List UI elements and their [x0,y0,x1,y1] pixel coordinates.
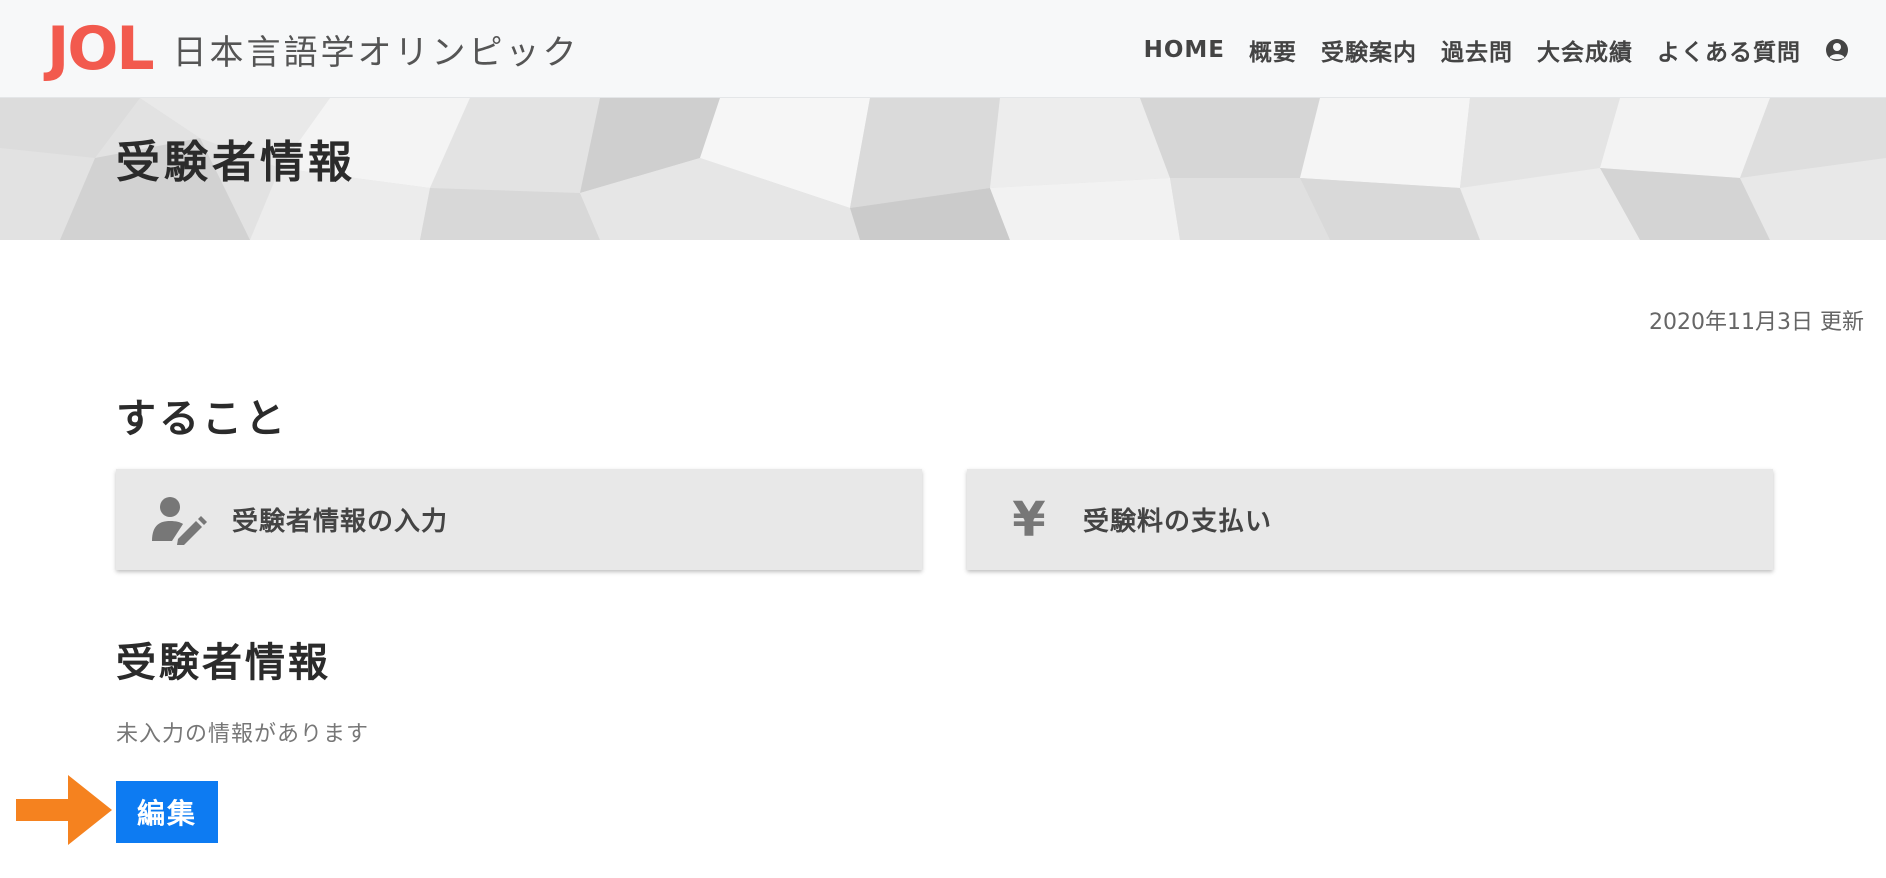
yen-glyph: ¥ [1012,491,1046,548]
examinee-info-heading: 受験者情報 [116,640,331,686]
nav-overview[interactable]: 概要 [1237,33,1309,67]
user-circle-icon[interactable] [1823,36,1851,64]
edit-button[interactable]: 編集 [116,781,218,843]
card-label-pay-fee: 受験料の支払い [1083,507,1273,537]
enter-examinee-info-card[interactable]: 受験者情報の入力 [116,469,922,570]
card-label-enter-info: 受験者情報の入力 [232,507,449,537]
nav-past-problems[interactable]: 過去問 [1429,33,1525,67]
pay-exam-fee-card[interactable]: ¥ 受験料の支払い [967,469,1773,570]
incomplete-info-notice: 未入力の情報があります [116,722,370,747]
nav-home[interactable]: HOME [1132,37,1237,63]
logo-mark: JOL [47,14,155,84]
nav-exam-guide[interactable]: 受験案内 [1309,33,1429,67]
page-banner: 受験者情報 [0,98,1886,240]
main-nav: HOME 概要 受験案内 過去問 大会成績 よくある質問 [1132,28,1886,72]
top-navbar: JOL 日本言語学オリンピック HOME 概要 受験案内 過去問 大会成績 よく… [0,0,1886,98]
last-updated: 2020年11月3日 更新 [1649,310,1864,335]
nav-faq[interactable]: よくある質問 [1645,33,1813,67]
todo-heading: すること [116,396,288,442]
yen-icon: ¥ [997,488,1061,552]
page-title: 受験者情報 [116,137,356,188]
site-logo[interactable]: JOL 日本言語学オリンピック [47,14,580,84]
logo-text: 日本言語学オリンピック [172,32,580,73]
orange-arrow-pointer-icon [16,775,112,845]
nav-results[interactable]: 大会成績 [1525,33,1645,67]
user-edit-icon [146,488,210,552]
